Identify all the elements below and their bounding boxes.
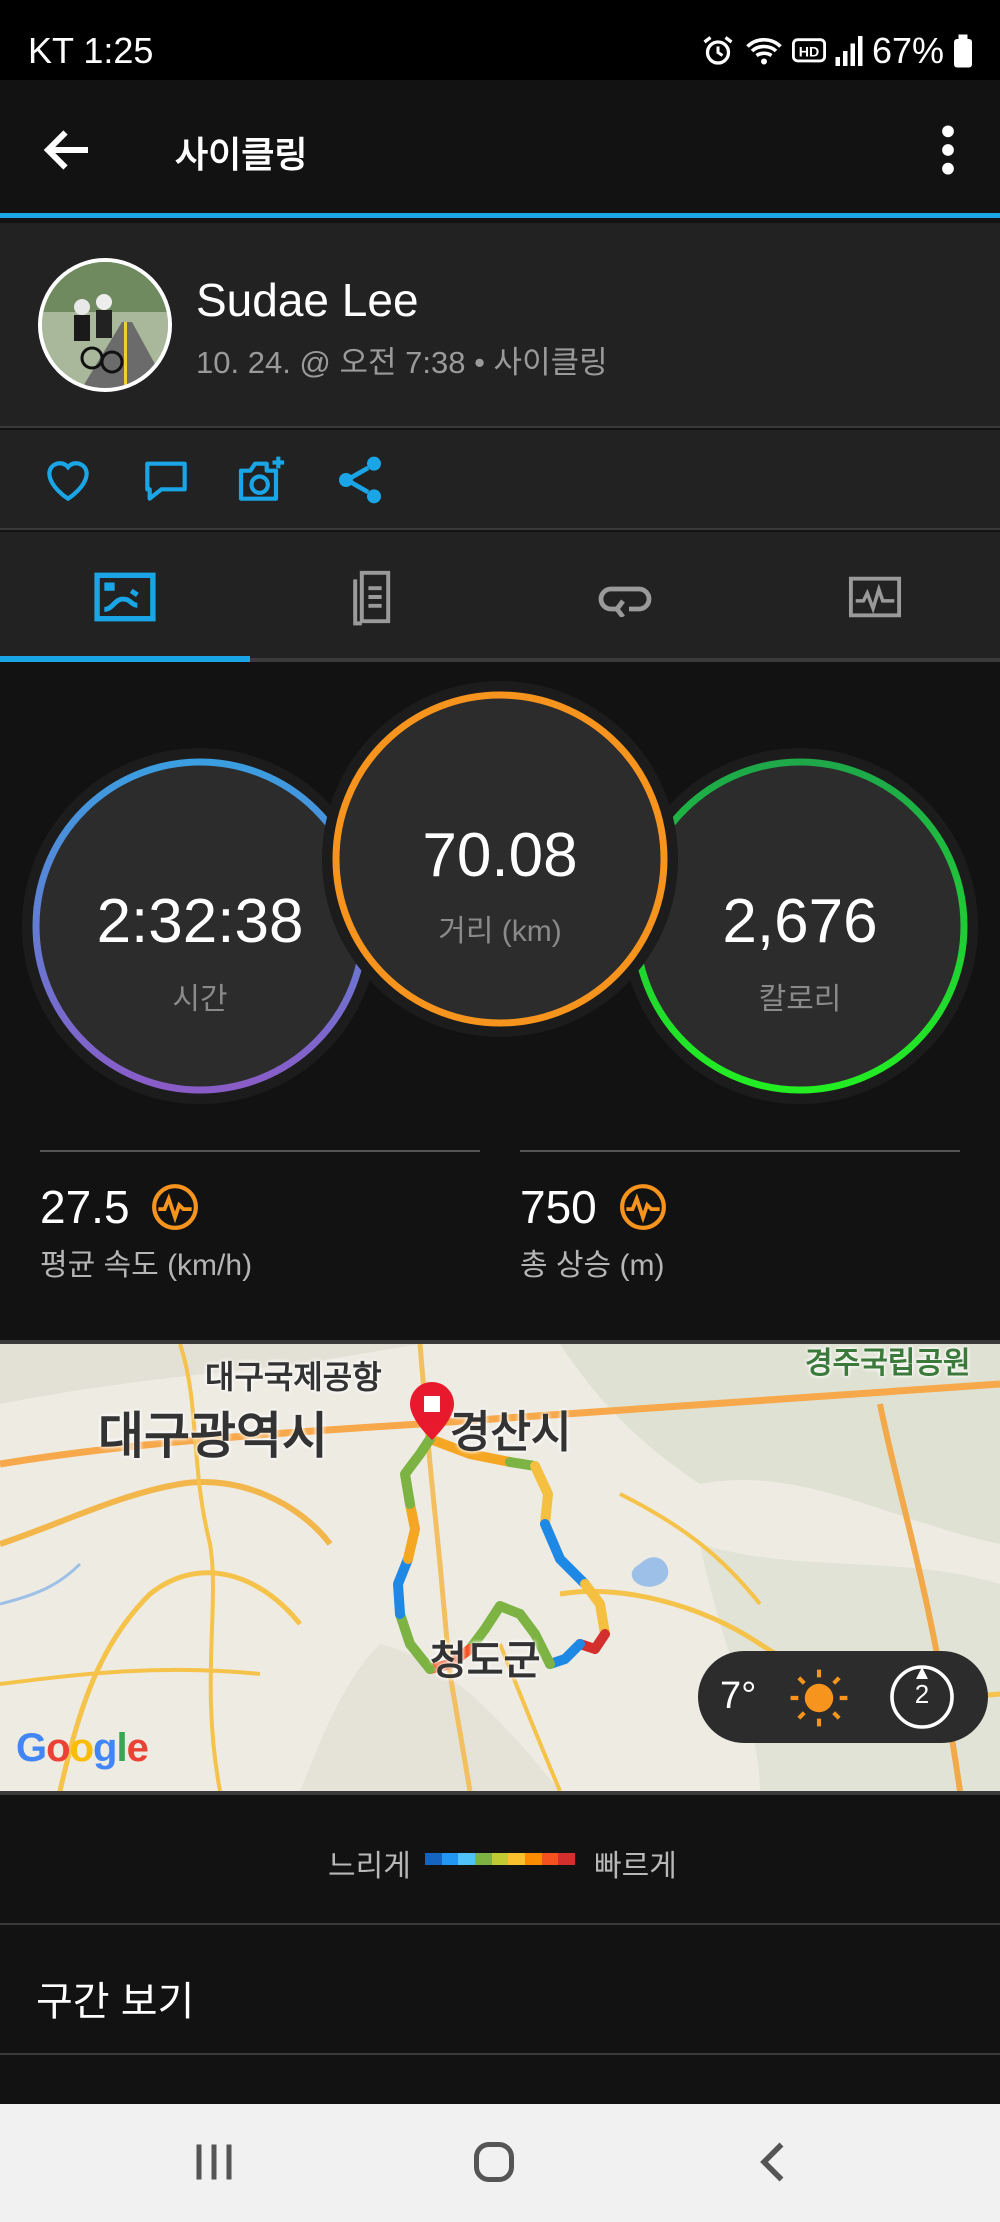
view-segments-label: 구간 보기 <box>36 1980 195 2024</box>
legend-slow-label: 느리게 <box>328 1850 411 1883</box>
avg-speed-value: 27.5 <box>40 1181 130 1233</box>
map-label-park: 경주국립공원 <box>805 1347 971 1380</box>
distance-stat: 70.08 거리 (km) <box>340 696 660 1026</box>
activity-header: Sudae Lee 10. 24. @ 오전 7:38 • 사이클링 <box>0 223 1000 428</box>
status-bar: KT 1:25 HD 67% <box>0 0 1000 80</box>
wifi-icon <box>746 37 782 65</box>
hd-icon: HD <box>791 38 826 63</box>
tab-overview[interactable] <box>0 532 250 662</box>
loop-icon <box>598 586 652 617</box>
share-icon[interactable] <box>332 452 388 508</box>
wind-speed: 2 <box>914 1679 930 1709</box>
map-label-airport: 대구국제공항 <box>205 1359 382 1395</box>
tab-charts[interactable] <box>750 532 1000 662</box>
tab-laps[interactable] <box>500 532 750 662</box>
map-label-gyeongsan: 경산시 <box>450 1408 572 1457</box>
user-name[interactable]: Sudae Lee <box>196 273 419 327</box>
alarm-icon <box>703 36 733 65</box>
tab-details[interactable] <box>250 532 500 662</box>
carrier-time: KT 1:25 <box>28 30 154 71</box>
back-nav-icon[interactable] <box>744 2132 804 2192</box>
total-ascent-label: 총 상승 (m) <box>520 1249 665 1282</box>
distance-label: 거리 (km) <box>438 915 562 948</box>
speed-legend: 느리게 빠르게 <box>0 1795 1000 1925</box>
page-title: 사이클링 <box>175 134 308 175</box>
calories-label: 칼로리 <box>758 983 842 1016</box>
activity-overview-icon <box>94 572 156 622</box>
total-ascent-value: 750 <box>520 1181 597 1233</box>
signal-icon <box>835 36 863 66</box>
time-label: 시간 <box>172 983 228 1016</box>
map-label-cheongdo: 청도군 <box>430 1639 541 1683</box>
battery-icon <box>954 34 972 68</box>
battery-percent: 67% <box>871 30 944 71</box>
map-label-daegu: 대구광역시 <box>98 1408 328 1464</box>
sun-icon <box>790 1669 848 1727</box>
heart-icon[interactable] <box>40 452 96 508</box>
home-icon[interactable] <box>464 2132 524 2192</box>
weather-temperature: 7° <box>720 1675 757 1717</box>
avatar[interactable] <box>38 258 172 392</box>
time-value: 2:32:38 <box>96 887 304 956</box>
more-vert-icon[interactable] <box>916 118 980 182</box>
system-nav-bar <box>0 2104 1000 2222</box>
selected-tab-indicator <box>0 656 250 662</box>
calories-stat: 2,676 칼로리 <box>640 766 960 1096</box>
view-segments-row[interactable]: 구간 보기 <box>0 1927 1000 2055</box>
route-map[interactable]: 대구국제공항 대구광역시 경산시 청도군 경주국립공원 Google 7° 2 <box>0 1340 1000 1795</box>
pulse-icon <box>152 1184 198 1230</box>
action-bar <box>0 430 1000 530</box>
time-stat: 2:32:38 시간 <box>40 766 360 1096</box>
status-icons: HD 67% <box>700 30 974 72</box>
avg-speed-label: 평균 속도 (km/h) <box>40 1249 253 1282</box>
pulse-icon <box>620 1184 666 1230</box>
chart-icon <box>848 576 902 618</box>
google-logo: Google <box>16 1726 149 1770</box>
back-arrow-icon[interactable] <box>38 120 98 180</box>
tab-bar <box>0 532 1000 662</box>
legend-fast-label: 빠르게 <box>594 1850 677 1883</box>
svg-text:HD: HD <box>799 45 819 61</box>
app-bar: 사이클링 <box>0 80 1000 218</box>
add-photo-icon[interactable] <box>234 452 290 508</box>
recent-apps-icon[interactable] <box>184 2132 244 2192</box>
stats-panel: 2:32:38 시간 70.08 거리 (km) 2,676 칼로리 27.5 … <box>0 666 1000 1340</box>
document-icon <box>353 570 391 626</box>
distance-value: 70.08 <box>422 821 578 890</box>
legend-color-bar <box>425 1853 576 1865</box>
weather-badge[interactable]: 7° 2 <box>698 1651 988 1743</box>
calories-value: 2,676 <box>722 887 878 956</box>
divider <box>520 1150 960 1152</box>
divider <box>40 1150 480 1152</box>
comment-icon[interactable] <box>138 452 194 508</box>
activity-meta: 10. 24. @ 오전 7:38 • 사이클링 <box>196 345 608 380</box>
